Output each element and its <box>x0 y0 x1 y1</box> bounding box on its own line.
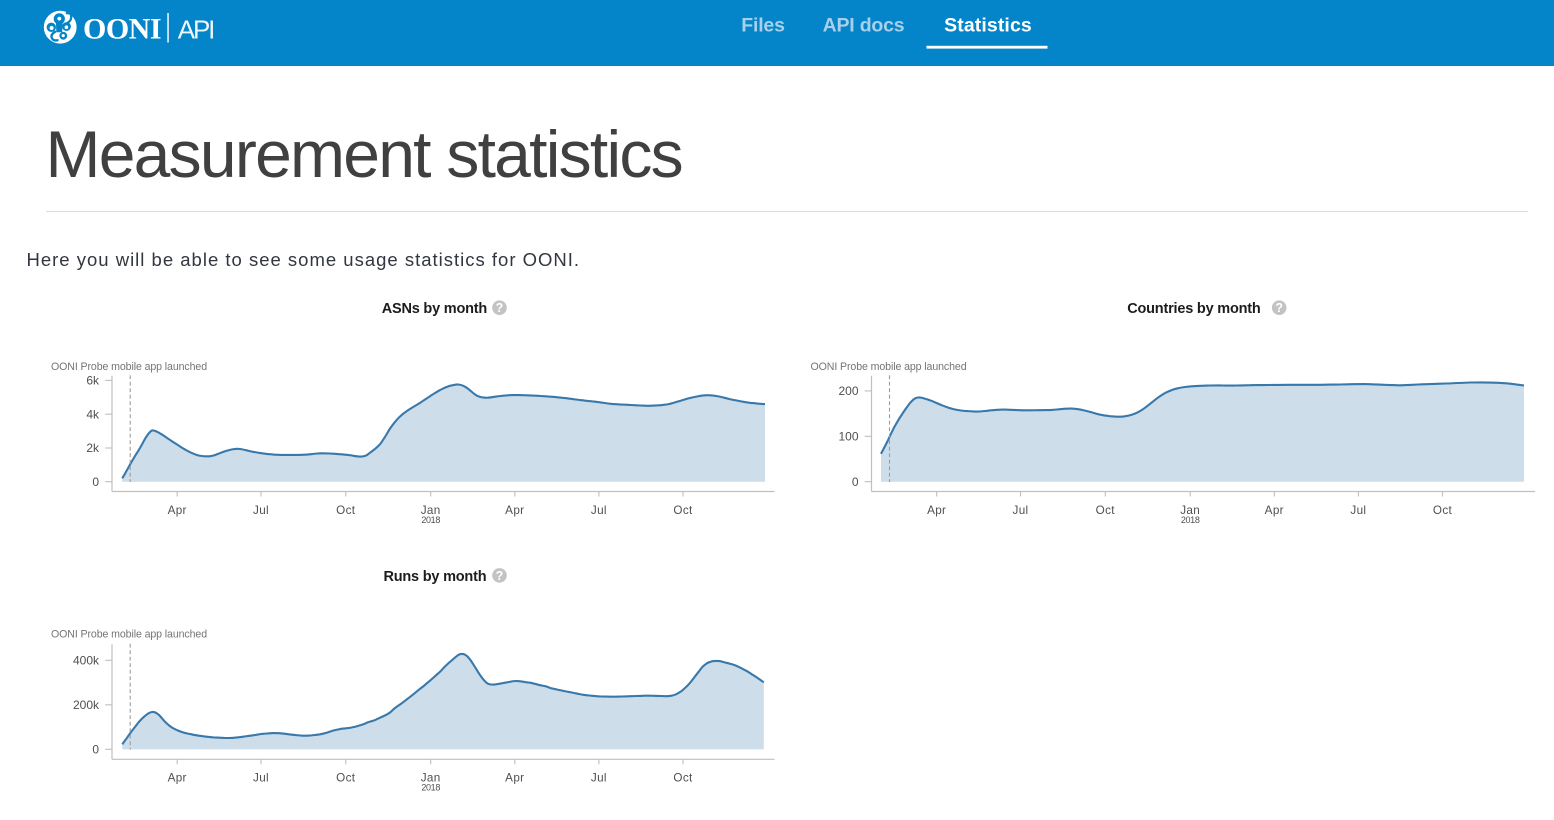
svg-text:200k: 200k <box>73 698 100 712</box>
svg-text:OONI Probe mobile app launched: OONI Probe mobile app launched <box>51 629 207 641</box>
svg-text:Jul: Jul <box>253 504 269 517</box>
svg-text:Apr: Apr <box>168 772 187 785</box>
svg-text:0: 0 <box>852 475 859 489</box>
svg-text:Apr: Apr <box>927 504 946 517</box>
svg-text:Files: Files <box>741 15 785 37</box>
svg-text:400k: 400k <box>73 653 100 667</box>
svg-text:Jul: Jul <box>591 504 607 517</box>
svg-text:?: ? <box>496 569 504 583</box>
svg-text:OONI Probe mobile app launched: OONI Probe mobile app launched <box>811 361 967 373</box>
svg-text:6k: 6k <box>86 374 100 388</box>
svg-text:Runs by month: Runs by month <box>383 569 486 585</box>
svg-text:OONI: OONI <box>83 13 161 46</box>
svg-text:?: ? <box>496 301 504 315</box>
svg-text:OONI Probe mobile app launched: OONI Probe mobile app launched <box>51 361 207 373</box>
svg-text:2018: 2018 <box>1181 515 1200 525</box>
svg-text:2018: 2018 <box>421 782 440 792</box>
svg-text:Here you will be able to see s: Here you will be able to see some usage … <box>27 249 581 270</box>
svg-text:Apr: Apr <box>505 504 524 517</box>
svg-text:Oct: Oct <box>673 772 693 785</box>
svg-text:Apr: Apr <box>168 504 187 517</box>
svg-text:Jul: Jul <box>1013 504 1029 517</box>
svg-text:ASNs by month: ASNs by month <box>382 301 487 317</box>
svg-text:?: ? <box>1275 301 1283 315</box>
svg-text:Oct: Oct <box>1433 504 1453 517</box>
svg-text:Oct: Oct <box>336 772 356 785</box>
svg-text:4k: 4k <box>86 407 100 421</box>
svg-text:Jul: Jul <box>253 772 269 785</box>
svg-text:Oct: Oct <box>336 504 356 517</box>
svg-text:2k: 2k <box>86 441 100 455</box>
svg-text:Measurement statistics: Measurement statistics <box>46 117 682 191</box>
svg-text:Countries by month: Countries by month <box>1127 301 1260 317</box>
svg-text:0: 0 <box>92 742 99 756</box>
svg-text:2018: 2018 <box>421 515 440 525</box>
svg-text:Jul: Jul <box>591 772 607 785</box>
svg-text:100: 100 <box>838 429 858 443</box>
svg-text:Jul: Jul <box>1350 504 1366 517</box>
svg-text:Oct: Oct <box>1096 504 1116 517</box>
svg-text:Apr: Apr <box>1265 504 1284 517</box>
svg-text:Oct: Oct <box>673 504 693 517</box>
svg-text:200: 200 <box>838 384 858 398</box>
svg-text:API: API <box>178 14 213 44</box>
svg-text:API docs: API docs <box>823 15 905 37</box>
svg-text:Apr: Apr <box>505 772 524 785</box>
svg-text:Statistics: Statistics <box>944 15 1032 37</box>
svg-text:0: 0 <box>92 475 99 489</box>
